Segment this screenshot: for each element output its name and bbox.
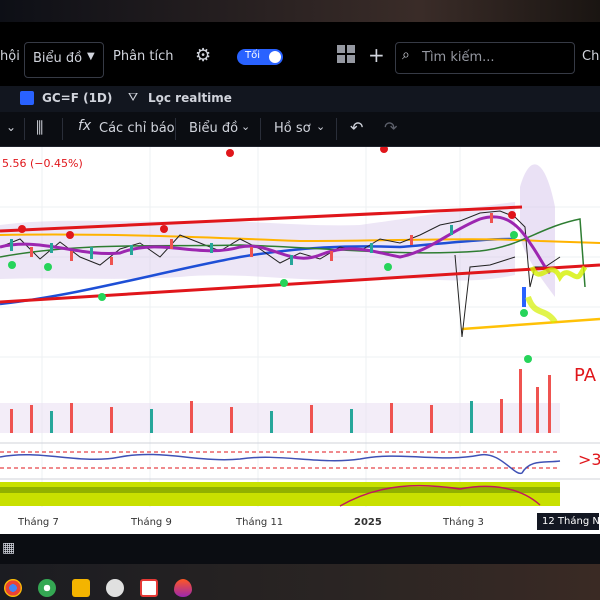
divider [260,118,261,140]
chart-toolbar: ⌄ ⫼ fx Các chỉ báo Biểu đồ ⌄ Hồ sơ ⌄ ↶ ↷ [0,112,600,147]
fx-icon: fx [78,118,92,134]
annotation-pa: PA [574,365,597,386]
app-topbar: hội Biểu đồ ▼ Phân tích ⚙ Tối + ⌕ Tìm ki… [0,22,600,95]
chevron-down-icon[interactable]: ⌄ [6,120,16,134]
browser-icon[interactable] [38,579,56,597]
drop-icon[interactable] [174,579,192,597]
redo-icon[interactable]: ↷ [384,118,397,137]
projection-path-lower [525,295,558,324]
divider [336,118,337,140]
x-axis-label: Tháng 11 [236,517,284,528]
x-axis-label: 2025 [354,517,382,528]
layout-grid-icon[interactable] [334,42,358,66]
support-line [461,317,600,331]
calendar-icon[interactable]: ▦ [2,540,15,556]
window-frame-top [0,0,600,22]
profile-button[interactable]: Hồ sơ [274,121,311,136]
grid-lines [0,147,600,507]
chart-canvas[interactable]: 5.56 (−0.45%) PA >3 Tháng 7 Tháng 9 Thán… [0,145,600,534]
divider [24,118,25,140]
chevron-down-icon: ▼ [87,51,95,62]
chart-dropdown-button[interactable]: Biểu đồ ▼ [24,42,104,78]
candlestick-icon[interactable]: ⫼ [36,118,43,138]
divider [62,118,63,140]
chrome-icon[interactable] [4,579,22,597]
chart-dropdown-label: Biểu đồ [33,51,83,66]
add-icon[interactable]: + [368,43,385,67]
undo-icon[interactable]: ↶ [350,118,363,137]
theme-toggle-label: Tối [245,50,261,61]
search-placeholder: Tìm kiếm... [422,50,495,65]
x-axis-label: Tháng 9 [131,517,172,528]
indicators-button[interactable]: Các chỉ báo [99,121,175,136]
chevron-down-icon[interactable]: ⌄ [316,120,325,133]
theme-toggle[interactable]: Tối [237,49,283,65]
x-axis-label: Tháng 3 [443,517,484,528]
app-icon-red[interactable] [140,579,158,597]
chart-footer: ▦ [0,534,600,564]
histogram-stripe [0,487,560,493]
price-change-label: 5.56 (−0.45%) [2,157,83,170]
x-axis-label: Tháng 7 [18,517,59,528]
app-icon[interactable] [106,579,124,597]
divider [175,118,176,140]
chart-type-button[interactable]: Biểu đồ [189,121,238,136]
folder-icon[interactable] [72,579,90,597]
menu-item-partial-right[interactable]: Chứ [582,49,600,64]
search-icon: ⌕ [402,47,410,63]
price-chart-svg [0,145,600,507]
annotation-gt3: >3 [578,450,600,469]
oscillator-line [0,453,561,474]
histogram-pane [0,482,560,506]
symbol-label[interactable]: GC=F (1D) [42,91,112,105]
symbol-bar: GC=F (1D) ⛛ Lọc realtime [0,86,600,112]
analysis-menu[interactable]: Phân tích [113,49,174,64]
gear-icon[interactable]: ⚙ [195,45,211,66]
filter-icon: ⛛ [128,90,139,104]
volume-bars [0,369,560,433]
toggle-knob [269,51,281,63]
realtime-filter[interactable]: Lọc realtime [148,91,232,105]
search-input[interactable]: ⌕ Tìm kiếm... [395,42,575,74]
crosshair-date-badge: 12 Tháng Nă [537,513,599,530]
chevron-down-icon[interactable]: ⌄ [241,120,250,133]
menu-item-partial[interactable]: hội [0,49,20,64]
chart-icon [20,91,34,105]
os-taskbar [0,564,600,600]
